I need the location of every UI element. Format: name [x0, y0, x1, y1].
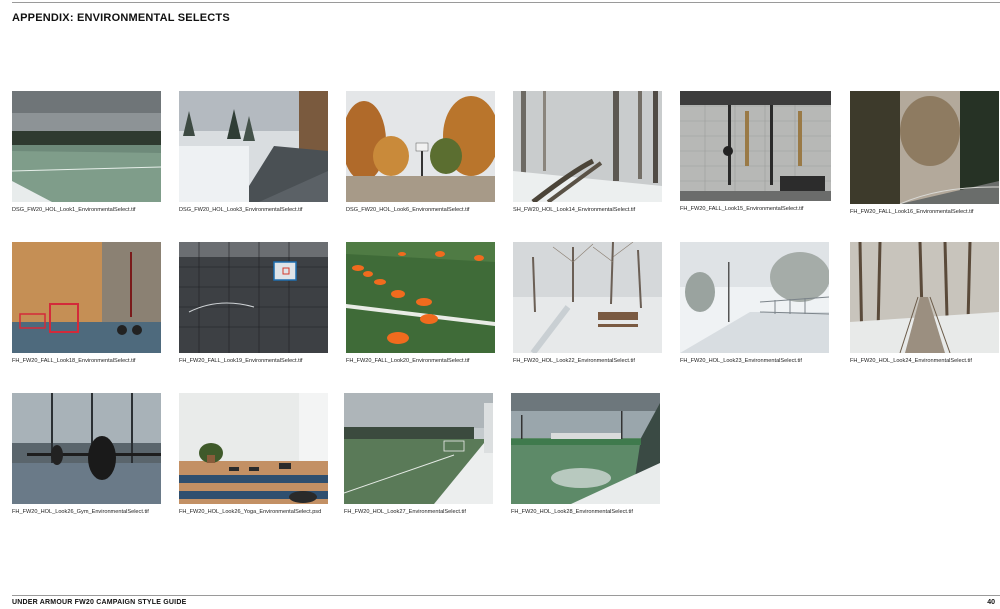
bottom-rule — [12, 595, 1000, 596]
select-card[interactable]: FH_FW20_HOL_Look26_Gym_EnvironmentalSele… — [12, 393, 161, 515]
select-card[interactable]: FH_FW20_HOL_Look22_EnvironmentalSelect.t… — [513, 242, 662, 364]
select-card[interactable]: FH_FW20_HOL_Look26_Yoga_EnvironmentalSel… — [179, 393, 328, 515]
environment-photo[interactable] — [513, 91, 662, 202]
select-card[interactable]: DSG_FW20_HOL_Look6_EnvironmentalSelect.t… — [346, 91, 495, 213]
select-filename: FH_FW20_HOL_Look23_EnvironmentalSelect.t… — [680, 358, 802, 364]
environment-photo[interactable] — [680, 91, 831, 201]
environment-photo[interactable] — [179, 91, 328, 202]
select-card[interactable]: FH_FW20_FALL_Look18_EnvironmentalSelect.… — [12, 242, 161, 364]
select-card[interactable]: FH_FW20_FALL_Look15_EnvironmentalSelect.… — [680, 91, 831, 212]
select-filename: FH_FW20_HOL_Look22_EnvironmentalSelect.t… — [513, 358, 635, 364]
select-filename: DSG_FW20_HOL_Look6_EnvironmentalSelect.t… — [346, 207, 470, 213]
select-card[interactable]: FH_FW20_FALL_Look16_EnvironmentalSelect.… — [850, 91, 999, 215]
select-card[interactable]: DSG_FW20_HOL_Look1_EnvironmentalSelect.t… — [12, 91, 161, 213]
select-card[interactable]: FH_FW20_HOL_Look23_EnvironmentalSelect.t… — [680, 242, 829, 364]
select-card[interactable]: FH_FW20_FALL_Look19_EnvironmentalSelect.… — [179, 242, 328, 364]
select-filename: DSG_FW20_HOL_Look3_EnvironmentalSelect.t… — [179, 207, 303, 213]
environment-photo[interactable] — [346, 242, 495, 353]
environment-photo[interactable] — [12, 393, 161, 504]
select-filename: FH_FW20_FALL_Look20_EnvironmentalSelect.… — [346, 358, 470, 364]
select-filename: FH_FW20_FALL_Look15_EnvironmentalSelect.… — [680, 206, 804, 212]
select-card[interactable]: DSG_FW20_HOL_Look3_EnvironmentalSelect.t… — [179, 91, 328, 213]
select-filename: FH_FW20_FALL_Look16_EnvironmentalSelect.… — [850, 209, 974, 215]
environment-photo[interactable] — [680, 242, 829, 353]
select-filename: FH_FW20_HOL_Look24_EnvironmentalSelect.t… — [850, 358, 972, 364]
environment-photo[interactable] — [511, 393, 660, 504]
select-card[interactable]: FH_FW20_FALL_Look20_EnvironmentalSelect.… — [346, 242, 495, 364]
environment-photo[interactable] — [344, 393, 493, 504]
select-card[interactable]: FH_FW20_HOL_Look28_EnvironmentalSelect.t… — [511, 393, 660, 515]
select-filename: SH_FW20_HOL_Look14_EnvironmentalSelect.t… — [513, 207, 636, 213]
select-filename: FH_FW20_FALL_Look19_EnvironmentalSelect.… — [179, 358, 303, 364]
environment-photo[interactable] — [12, 242, 161, 353]
environment-photo[interactable] — [346, 91, 495, 202]
environment-photo[interactable] — [179, 242, 328, 353]
select-filename: FH_FW20_HOL_Look28_EnvironmentalSelect.t… — [511, 509, 633, 515]
select-filename: FH_FW20_HOL_Look27_EnvironmentalSelect.t… — [344, 509, 466, 515]
select-filename: FH_FW20_HOL_Look26_Gym_EnvironmentalSele… — [12, 509, 149, 515]
environment-photo[interactable] — [12, 91, 161, 202]
select-card[interactable]: FH_FW20_HOL_Look24_EnvironmentalSelect.t… — [850, 242, 999, 364]
environment-photo[interactable] — [850, 242, 999, 353]
select-card[interactable]: FH_FW20_HOL_Look27_EnvironmentalSelect.t… — [344, 393, 493, 515]
select-card[interactable]: SH_FW20_HOL_Look14_EnvironmentalSelect.t… — [513, 91, 662, 213]
select-filename: FH_FW20_HOL_Look26_Yoga_EnvironmentalSel… — [179, 509, 322, 515]
select-filename: DSG_FW20_HOL_Look1_EnvironmentalSelect.t… — [12, 207, 136, 213]
environment-photo[interactable] — [513, 242, 662, 353]
environment-photo[interactable] — [179, 393, 328, 504]
environment-photo[interactable] — [850, 91, 999, 204]
footer-guide-title: UNDER ARMOUR FW20 CAMPAIGN STYLE GUIDE — [12, 599, 187, 606]
select-filename: FH_FW20_FALL_Look18_EnvironmentalSelect.… — [12, 358, 136, 364]
environmental-selects-grid: DSG_FW20_HOL_Look1_EnvironmentalSelect.t… — [0, 0, 1000, 560]
page-number: 40 — [987, 599, 995, 606]
